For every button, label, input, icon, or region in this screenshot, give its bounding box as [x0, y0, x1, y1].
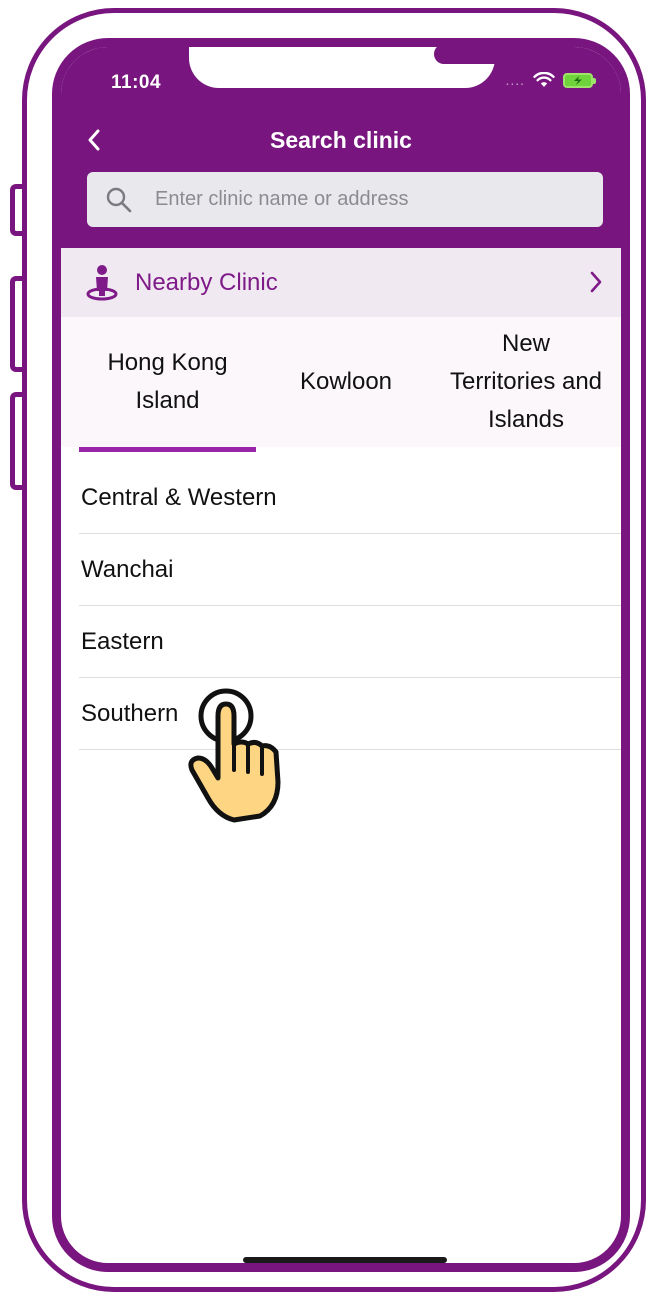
- district-item-wanchai[interactable]: Wanchai: [79, 534, 621, 606]
- person-location-icon: [86, 264, 118, 300]
- page-title: Search clinic: [270, 127, 412, 153]
- status-time: 11:04: [111, 72, 162, 93]
- app-screen: 11:04 .... Search clinic Enter clinic na…: [52, 38, 630, 1272]
- tab-kowloon[interactable]: Kowloon: [257, 317, 435, 447]
- tap-hand-icon: [188, 688, 281, 823]
- chevron-right-icon: [590, 271, 602, 293]
- tab-label-line: Territories and: [449, 368, 603, 395]
- region-tabs: Hong Kong Island Kowloon New Territories…: [61, 317, 621, 447]
- nearby-clinic-label: Nearby Clinic: [135, 268, 278, 296]
- tab-label-line: Hong Kong: [107, 349, 228, 376]
- district-item-southern[interactable]: Southern: [79, 678, 621, 750]
- notch: [189, 47, 524, 88]
- search-input[interactable]: [155, 188, 575, 211]
- app-header: 11:04 .... Search clinic Enter clinic na…: [61, 47, 621, 248]
- tab-label-line: New: [501, 330, 550, 357]
- tab-label-line: Island: [135, 387, 200, 414]
- speaker: [434, 47, 524, 64]
- signal-icon: ....: [505, 72, 525, 88]
- tab-label: Kowloon: [299, 368, 393, 395]
- search-bar[interactable]: [87, 172, 603, 227]
- district-item-central-western[interactable]: Central & Western: [79, 462, 621, 534]
- tab-label: Hong Kong Island: [107, 344, 227, 420]
- phone-mockup: 11:04 .... Search clinic Enter clinic na…: [0, 0, 659, 1299]
- district-list: Central & Western Wanchai Eastern Southe…: [79, 462, 621, 750]
- tab-label: New Territories and Islands: [450, 325, 602, 439]
- tab-new-territories-and-islands[interactable]: New Territories and Islands: [435, 317, 617, 447]
- tab-label-line: Islands: [487, 406, 565, 433]
- home-indicator: [243, 1257, 447, 1263]
- district-item-eastern[interactable]: Eastern: [79, 606, 621, 678]
- tab-hong-kong-island[interactable]: Hong Kong Island: [79, 317, 256, 447]
- active-tab-indicator: [79, 447, 256, 452]
- battery-charging-icon: [563, 72, 596, 88]
- search-icon: [106, 187, 132, 212]
- status-icons: ....: [505, 72, 596, 88]
- wifi-icon: [533, 72, 555, 87]
- nearby-clinic-row[interactable]: Nearby Clinic: [61, 248, 621, 317]
